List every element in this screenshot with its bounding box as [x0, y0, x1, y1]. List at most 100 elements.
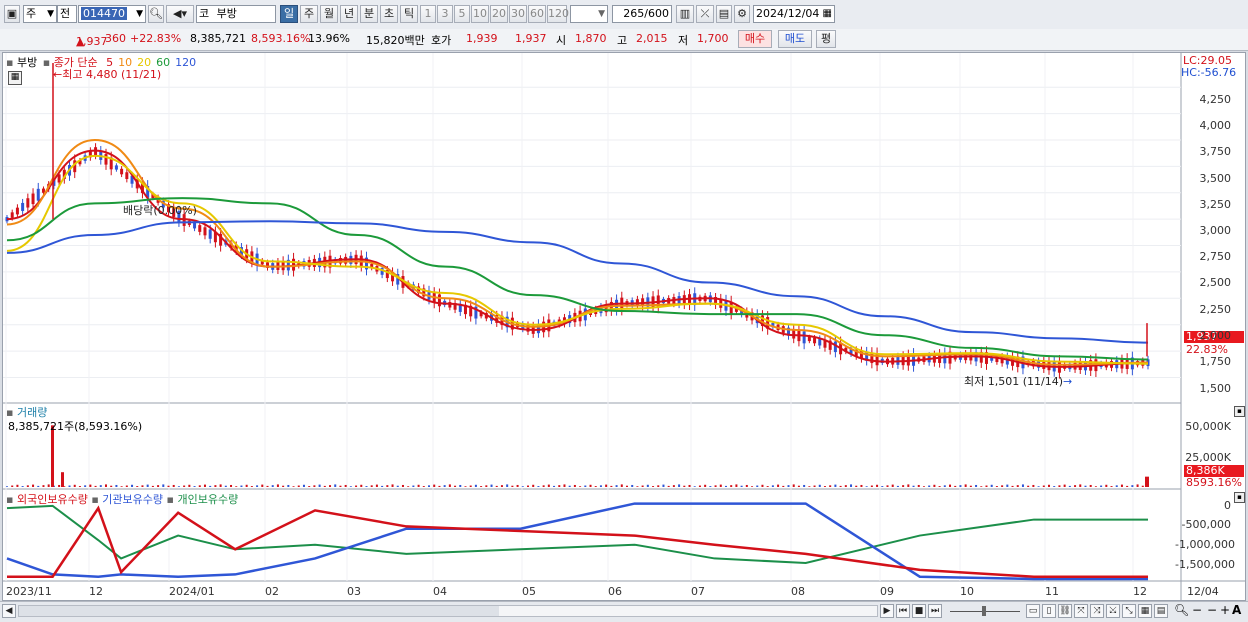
speaker-icon[interactable]: ◀▾ [166, 5, 194, 23]
period-button-6[interactable]: 틱 [400, 5, 418, 23]
compare-icon[interactable]: ⤩ [1106, 604, 1120, 618]
volume-bar [1068, 485, 1071, 487]
export-icon[interactable]: ▤ [1154, 604, 1168, 618]
sell-button[interactable]: 매도 [778, 30, 812, 48]
price-y-tick: 1,500 [1199, 382, 1232, 395]
scrollbar-track[interactable] [18, 605, 878, 617]
trade-amount: 15,820백만 [366, 34, 425, 47]
volume-last [1145, 476, 1149, 487]
prev-button[interactable]: 전 [57, 5, 77, 23]
volume-bar [1141, 485, 1144, 487]
chart-svg[interactable] [3, 53, 1245, 600]
zoom-slider-handle[interactable] [982, 606, 986, 616]
dividend-annotation: 배당락(0.00%) [123, 204, 197, 217]
count-field[interactable]: 265/600 [612, 5, 672, 23]
period-button-4[interactable]: 분 [360, 5, 378, 23]
interval-custom-select[interactable]: ▼ [570, 5, 608, 23]
period-icon[interactable]: ⤨ [1090, 604, 1104, 618]
volume-bar [198, 485, 201, 487]
volume-bar [224, 485, 227, 487]
stock-name-field[interactable]: 코 부방 [196, 5, 276, 23]
volume-bar [808, 486, 811, 487]
candle-body [114, 165, 118, 170]
volume-bar [401, 484, 404, 487]
volume-bar [709, 486, 712, 487]
volume-bar [532, 484, 535, 487]
interval-button-5[interactable]: 5 [454, 5, 470, 23]
period-button-2[interactable]: 월 [320, 5, 338, 23]
volume-bar [297, 485, 300, 487]
period-button-5[interactable]: 초 [380, 5, 398, 23]
volume-bar [1100, 485, 1103, 487]
price-y-tick: 2,750 [1199, 250, 1232, 263]
link-icon[interactable]: ⛓ [1058, 604, 1072, 618]
volume-bar [698, 485, 701, 487]
volume-bar [542, 485, 545, 487]
interval-button-120[interactable]: 120 [547, 5, 569, 23]
candle-body [437, 294, 441, 307]
volume-bar [511, 485, 514, 487]
volume-bar [782, 485, 785, 487]
volume-bar [1021, 484, 1024, 487]
right-arrow-icon: → [1063, 375, 1073, 388]
interval-button-60[interactable]: 60 [528, 5, 546, 23]
last-icon[interactable]: ⏭ [928, 604, 942, 618]
period-button-0[interactable]: 일 [280, 5, 298, 23]
x-axis-label: 07 [691, 585, 705, 598]
scroll-left-icon[interactable]: ◀ [2, 604, 16, 618]
first-icon[interactable]: ⏮ [896, 604, 910, 618]
period-button-1[interactable]: 주 [300, 5, 318, 23]
interval-button-30[interactable]: 30 [509, 5, 527, 23]
font-size-icon[interactable]: A [1232, 603, 1241, 617]
volume-bar [620, 484, 623, 487]
holdings-y-tick: 0 [1224, 499, 1231, 512]
volume-bar [823, 486, 826, 487]
save-icon[interactable]: ▤ [716, 5, 732, 23]
volume-bar [474, 484, 477, 487]
interval-button-1[interactable]: 1 [420, 5, 436, 23]
zoom-search-icon[interactable]: 🔍︎ [1174, 603, 1189, 617]
chevron-down-icon: ▼ [47, 9, 54, 19]
search-icon[interactable]: 🔍︎ [148, 5, 164, 23]
buy-button[interactable]: 매수 [738, 30, 772, 48]
holdings-legend: ▪ 외국인보유수량 ▪ 기관보유수량 ▪ 개인보유수량 [6, 491, 238, 507]
chart-container[interactable]: ▪ 부방 ▪ 종가 단순 5 10 20 60 120 ▦ LC:29.05 HC:-5… [2, 52, 1246, 601]
zoom-in-icon[interactable]: + [1220, 603, 1230, 617]
candle-icon[interactable]: ▥ [676, 5, 694, 23]
table-icon[interactable]: ▦ [8, 71, 22, 85]
gear-icon[interactable]: ⚙ [734, 5, 750, 23]
crosshair-icon[interactable]: ⤫ [696, 5, 714, 23]
legend-foreign: 외국인보유수량 [16, 493, 88, 506]
zoom-out-icon[interactable]: − [1192, 603, 1202, 617]
interval-button-20[interactable]: 20 [490, 5, 508, 23]
volume-bar [146, 484, 149, 487]
volume-bar [1074, 485, 1077, 487]
scrollbar-thumb[interactable] [19, 606, 499, 616]
scroll-right-icon[interactable]: ▶ [880, 604, 894, 618]
pane-close-icon[interactable]: ▪ [1234, 406, 1245, 417]
chart-type-icon[interactable]: ⤧ [1074, 604, 1088, 618]
interval-button-10[interactable]: 10 [471, 5, 489, 23]
pane-close-icon[interactable]: ▪ [1234, 492, 1245, 503]
eval-button[interactable]: 평 [816, 30, 836, 48]
window-icon[interactable]: ▭ [1026, 604, 1040, 618]
interval-button-3[interactable]: 3 [437, 5, 453, 23]
volume-bar [292, 486, 295, 487]
date-field[interactable]: 2024/12/04 ▦ [753, 5, 835, 23]
market-select[interactable]: 주 ▼ [23, 5, 57, 23]
volume-bar [891, 484, 894, 487]
window-split-icon[interactable]: ▯ [1042, 604, 1056, 618]
stop-icon[interactable]: ■ [912, 604, 926, 618]
open-label: 시 [556, 34, 567, 47]
holdings-y-tick: -1,500,000 [1175, 558, 1235, 571]
volume-bar [907, 484, 910, 487]
pane-bullet: ▪ [166, 493, 174, 506]
period-button-3[interactable]: 년 [340, 5, 358, 23]
print-icon[interactable]: ▦ [1138, 604, 1152, 618]
layout-icon[interactable]: ▣ [4, 5, 20, 23]
draw-icon[interactable]: ⤡ [1122, 604, 1136, 618]
volume-bar [599, 485, 602, 487]
code-input[interactable]: 014470 ▼ [78, 5, 146, 23]
zoom-reset-icon[interactable]: − [1207, 603, 1217, 617]
volume-bar [943, 485, 946, 487]
